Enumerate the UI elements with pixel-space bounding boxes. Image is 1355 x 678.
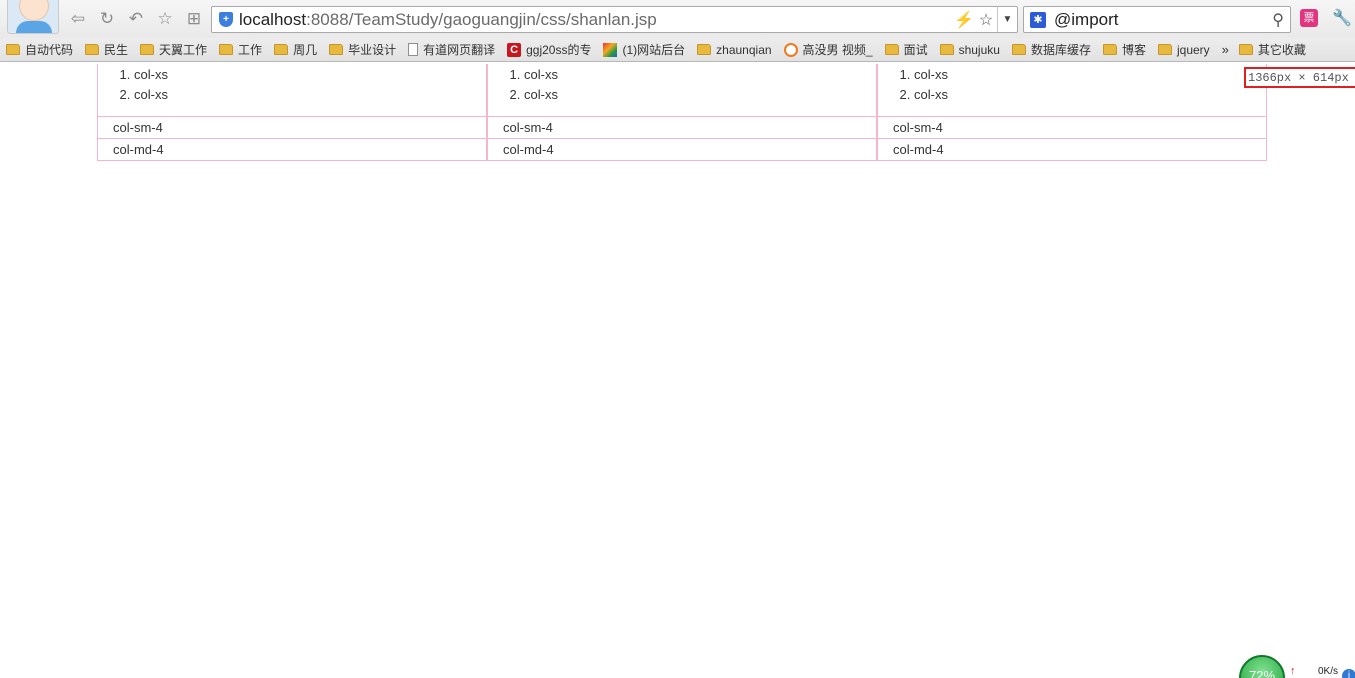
other-bookmarks[interactable]: 其它收藏 [1238, 41, 1306, 58]
bookmark-item[interactable]: 数据库缓存 [1011, 41, 1091, 58]
url-path: :8088/TeamStudy/gaoguangjin/css/shanlan.… [306, 9, 657, 29]
avatar-body [16, 21, 52, 33]
ordered-list: col-xs col-xs [914, 68, 1266, 108]
resolution-badge: 1366px × 614px [1244, 67, 1355, 88]
bookmark-item[interactable]: jquery [1157, 43, 1210, 57]
user-avatar[interactable] [7, 0, 59, 34]
page-icon [408, 43, 419, 56]
circle-icon [783, 42, 798, 57]
bookmark-item[interactable]: 面试 [884, 41, 928, 58]
grid-row-xs: col-xs col-xs col-xs col-xs col-xs col-x… [97, 64, 1267, 117]
list-item: col-xs [134, 88, 486, 108]
folder-icon [1011, 44, 1026, 55]
grid-row-md: col-md-4 col-md-4 col-md-4 [97, 139, 1267, 161]
grid-cell: col-sm-4 [487, 117, 877, 139]
network-speed: 0K/s [1318, 666, 1339, 677]
folder-icon [329, 44, 344, 55]
list-item: col-xs [524, 88, 876, 108]
info-icon[interactable]: i [1342, 669, 1355, 678]
grid-cell: col-sm-4 [97, 117, 487, 139]
grid-cell: col-md-4 [877, 139, 1267, 161]
url-text[interactable]: localhost:8088/TeamStudy/gaoguangjin/css… [239, 10, 657, 30]
bookmark-item[interactable]: (1)网站后台 [603, 41, 685, 58]
address-bar[interactable]: + localhost:8088/TeamStudy/gaoguangjin/c… [211, 6, 1018, 33]
folder-icon [1157, 44, 1172, 55]
grid-cell: col-sm-4 [877, 117, 1267, 139]
list-item: col-xs [134, 68, 486, 88]
site-icon [603, 42, 618, 57]
avatar-face [19, 0, 49, 21]
back-icon[interactable]: ⇦ [67, 8, 89, 30]
bookmark-item[interactable]: 天翼工作 [140, 41, 207, 58]
ticket-extension-icon[interactable]: 票 [1300, 9, 1318, 27]
grid-cell: col-md-4 [97, 139, 487, 161]
page-content: col-xs col-xs col-xs col-xs col-xs col-x… [97, 64, 1267, 161]
undo-icon[interactable]: ↶ [125, 8, 147, 30]
search-input[interactable] [1054, 9, 1254, 30]
grid-cell: col-md-4 [487, 139, 877, 161]
lightning-icon[interactable]: ⚡ [953, 10, 975, 30]
apps-grid-icon[interactable]: ⊞ [183, 8, 205, 30]
bookmark-item[interactable]: 毕业设计 [329, 41, 396, 58]
folder-icon [6, 44, 20, 55]
browser-toolbar: ⇦ ↻ ↶ ☆ ⊞ + localhost:8088/TeamStudy/gao… [0, 0, 1355, 38]
grid-cell: col-xs col-xs [487, 64, 877, 117]
security-shield-icon: + [219, 12, 233, 27]
bookmark-item[interactable]: 有道网页翻译 [408, 41, 495, 58]
grid-cell: col-xs col-xs [97, 64, 487, 117]
folder-icon [219, 44, 234, 55]
url-dropdown-icon[interactable]: ▼ [997, 7, 1017, 32]
refresh-icon[interactable]: ↻ [96, 8, 118, 30]
folder-icon [85, 44, 100, 55]
upload-arrow-icon: ↑ [1290, 665, 1296, 677]
bookmark-item[interactable]: 工作 [219, 41, 262, 58]
bookmark-item[interactable]: Cggj20ss的专 [507, 41, 591, 58]
baidu-paw-icon[interactable]: ✱ [1030, 11, 1046, 28]
csdn-icon: C [507, 42, 522, 57]
folder-icon [939, 44, 954, 55]
bookmark-star-icon[interactable]: ☆ [975, 10, 997, 30]
folder-icon [1238, 44, 1253, 55]
ordered-list: col-xs col-xs [524, 68, 876, 108]
bookmark-item[interactable]: zhaunqian [697, 43, 772, 57]
ordered-list: col-xs col-xs [134, 68, 486, 108]
folder-icon [140, 44, 155, 55]
bookmark-item[interactable]: 民生 [85, 41, 128, 58]
url-host: localhost [239, 9, 307, 29]
bookmarks-more-button[interactable]: » [1222, 42, 1229, 57]
grid-cell: col-xs col-xs [877, 64, 1267, 117]
search-box[interactable]: ✱ ⚲ [1023, 6, 1291, 33]
list-item: col-xs [914, 68, 1266, 88]
bookmark-item[interactable]: 自动代码 [6, 41, 73, 58]
folder-icon [274, 44, 289, 55]
folder-icon [884, 44, 899, 55]
bookmark-item[interactable]: 高没男 视频_ [783, 41, 873, 58]
bookmark-item[interactable]: 博客 [1102, 41, 1146, 58]
bookmark-item[interactable]: shujuku [939, 43, 1000, 57]
bookmark-item[interactable]: 周几 [274, 41, 317, 58]
favorite-star-icon[interactable]: ☆ [154, 8, 176, 30]
grid-row-sm: col-sm-4 col-sm-4 col-sm-4 [97, 117, 1267, 139]
speed-ball-widget[interactable]: 72% [1239, 655, 1285, 678]
bookmarks-bar: 自动代码 民生 天翼工作 工作 周几 毕业设计 有道网页翻译 Cggj20ss的… [0, 38, 1355, 62]
search-icon[interactable]: ⚲ [1272, 10, 1284, 30]
folder-icon [1102, 44, 1117, 55]
wrench-menu-icon[interactable]: 🔧 [1332, 8, 1352, 28]
list-item: col-xs [524, 68, 876, 88]
list-item: col-xs [914, 88, 1266, 108]
folder-icon [697, 44, 712, 55]
